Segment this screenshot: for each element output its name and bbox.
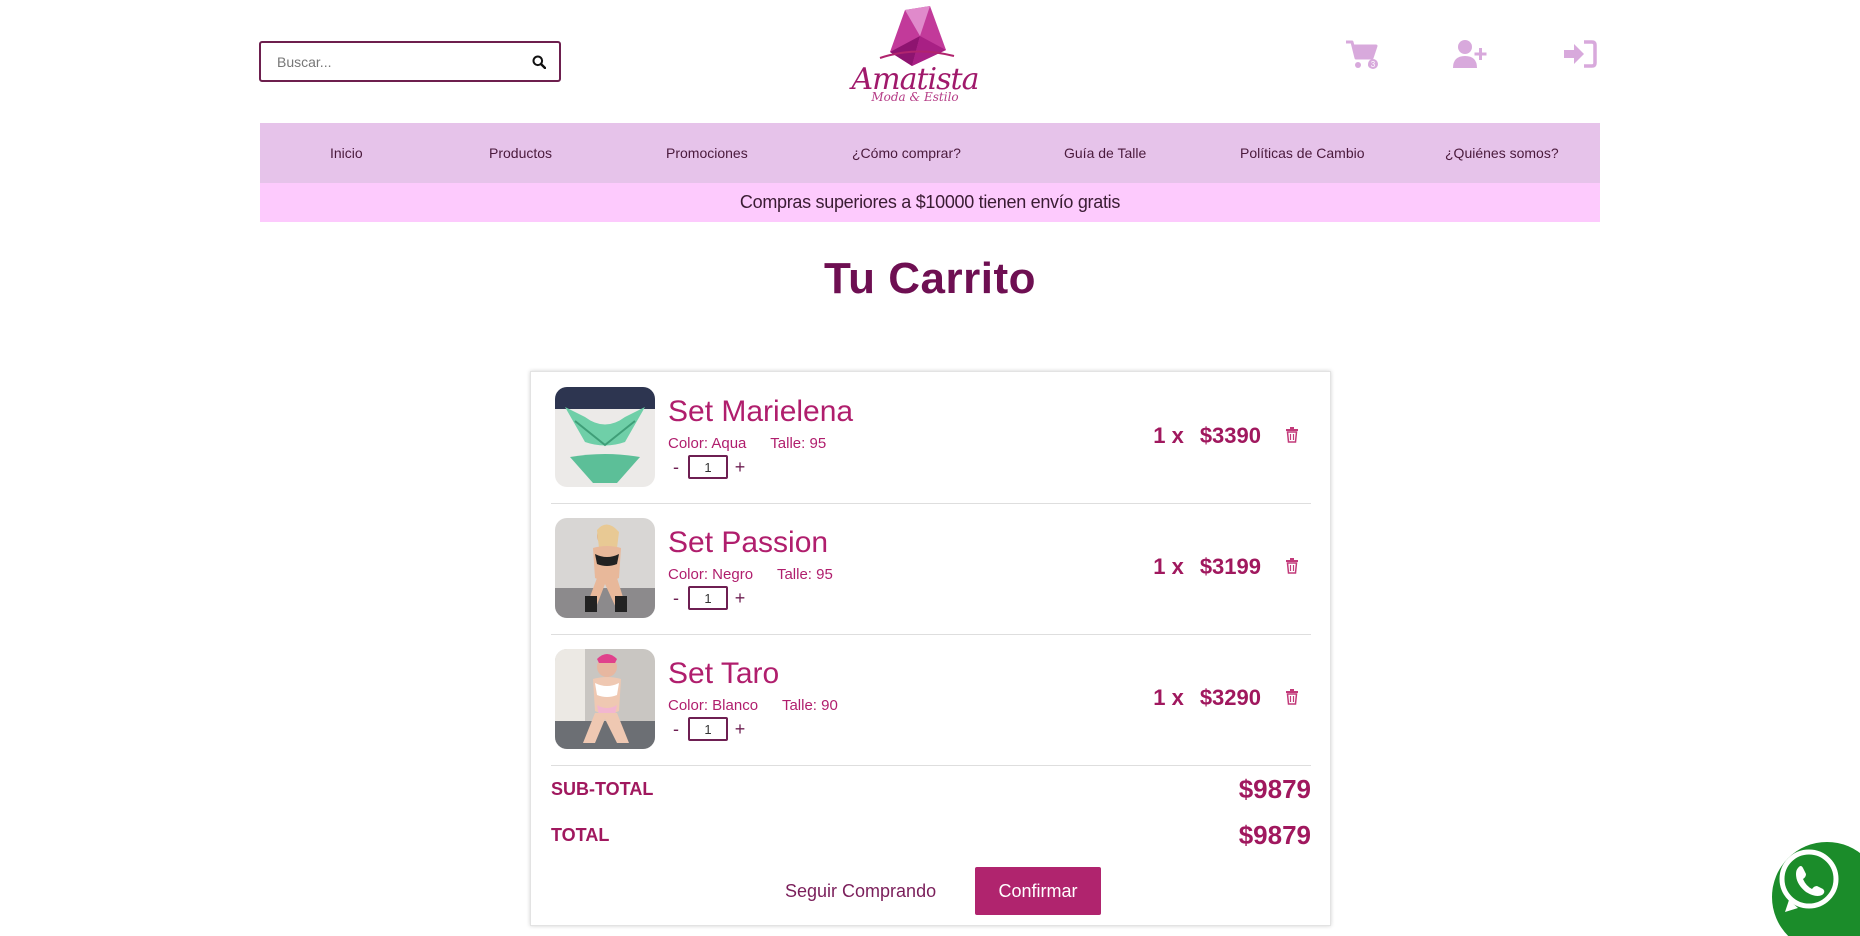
nav-item-productos[interactable]: Productos [489,123,552,183]
product-size: Talle: 95 [776,566,833,583]
nav-item-guia-de-talle[interactable]: Guía de Talle [1064,123,1146,183]
decrease-quantity-button[interactable]: - [668,588,684,609]
cart-panel: Set Marielena Color: Aqua Talle: 95 - + … [530,371,1331,926]
nav-item-promociones[interactable]: Promociones [666,123,748,183]
quantity-stepper: - + [668,717,748,741]
logo[interactable]: Amatista Moda & Estilo [850,6,980,110]
cart-item: Set Taro Color: Blanco Talle: 90 - + 1 x… [551,635,1311,766]
subtotal-row: SUB-TOTAL $9879 [551,772,1311,806]
cart-icon: 3 [1346,40,1378,69]
product-attributes: Color: Negro Talle: 95 [668,566,853,583]
svg-text:3: 3 [1371,60,1376,69]
nav-item-inicio[interactable]: Inicio [330,123,363,183]
main-nav: Inicio Productos Promociones ¿Cómo compr… [260,123,1600,183]
product-color: Color: Aqua [668,435,747,452]
product-image[interactable] [555,649,655,749]
product-image[interactable] [555,387,655,487]
quantity-input[interactable] [688,717,728,741]
line-price: 1 x $3290 [1153,685,1261,711]
cart-actions: Seguir Comprando Confirmar [531,867,1332,915]
quantity-input[interactable] [688,455,728,479]
unit-price: $3199 [1199,554,1261,579]
trash-icon [1286,689,1298,705]
unit-price: $3290 [1199,685,1261,710]
confirm-button[interactable]: Confirmar [975,867,1101,915]
product-size: Talle: 95 [770,435,827,452]
search-button[interactable] [519,43,559,80]
product-name[interactable]: Set Taro [668,657,779,691]
product-name[interactable]: Set Marielena [668,395,853,429]
search-box [259,41,561,82]
register-link[interactable] [1452,38,1488,70]
keep-shopping-link[interactable]: Seguir Comprando [785,867,936,915]
product-image[interactable] [555,518,655,618]
remove-item-button[interactable] [1285,558,1301,576]
search-input[interactable] [261,43,519,80]
remove-item-button[interactable] [1285,427,1301,445]
nav-item-quienes-somos[interactable]: ¿Quiénes somos? [1445,123,1559,183]
sign-in-icon [1564,40,1597,68]
unit-price: $3390 [1199,423,1261,448]
quantity-multiplier: 1 x [1153,685,1184,710]
quantity-multiplier: 1 x [1153,423,1184,448]
decrease-quantity-button[interactable]: - [668,719,684,740]
line-price: 1 x $3199 [1153,554,1261,580]
increase-quantity-button[interactable]: + [732,588,748,609]
decrease-quantity-button[interactable]: - [668,457,684,478]
total-label: TOTAL [551,824,610,845]
total-row: TOTAL $9879 [551,818,1311,852]
nav-item-como-comprar[interactable]: ¿Cómo comprar? [852,123,961,183]
cart-item: Set Passion Color: Negro Talle: 95 - + 1… [551,504,1311,635]
cart-item: Set Marielena Color: Aqua Talle: 95 - + … [551,373,1311,504]
quantity-stepper: - + [668,455,748,479]
page-title: Tu Carrito [824,254,1036,303]
product-name[interactable]: Set Passion [668,526,828,560]
search-icon [532,55,546,69]
login-link[interactable] [1562,38,1598,70]
line-price: 1 x $3390 [1153,423,1261,449]
product-attributes: Color: Blanco Talle: 90 [668,697,858,714]
subtotal-value: $9879 [1238,773,1311,804]
trash-icon [1286,558,1298,574]
increase-quantity-button[interactable]: + [732,719,748,740]
increase-quantity-button[interactable]: + [732,457,748,478]
product-color: Color: Blanco [668,697,759,714]
product-color: Color: Negro [668,566,754,583]
promo-banner: Compras superiores a $10000 tienen envío… [260,183,1600,222]
nav-item-politicas-de-cambio[interactable]: Políticas de Cambio [1240,123,1365,183]
quantity-input[interactable] [688,586,728,610]
total-value: $9879 [1238,819,1311,850]
subtotal-label: SUB-TOTAL [551,778,654,799]
product-attributes: Color: Aqua Talle: 95 [668,435,846,452]
cart-link[interactable]: 3 [1344,38,1380,70]
trash-icon [1286,427,1298,443]
whatsapp-button[interactable] [1772,842,1860,936]
quantity-multiplier: 1 x [1153,554,1184,579]
quantity-stepper: - + [668,586,748,610]
user-plus-icon [1453,40,1487,68]
product-size: Talle: 90 [781,697,838,714]
whatsapp-icon [1779,849,1839,912]
logo-subtitle: Moda & Estilo [871,90,959,104]
remove-item-button[interactable] [1285,689,1301,707]
